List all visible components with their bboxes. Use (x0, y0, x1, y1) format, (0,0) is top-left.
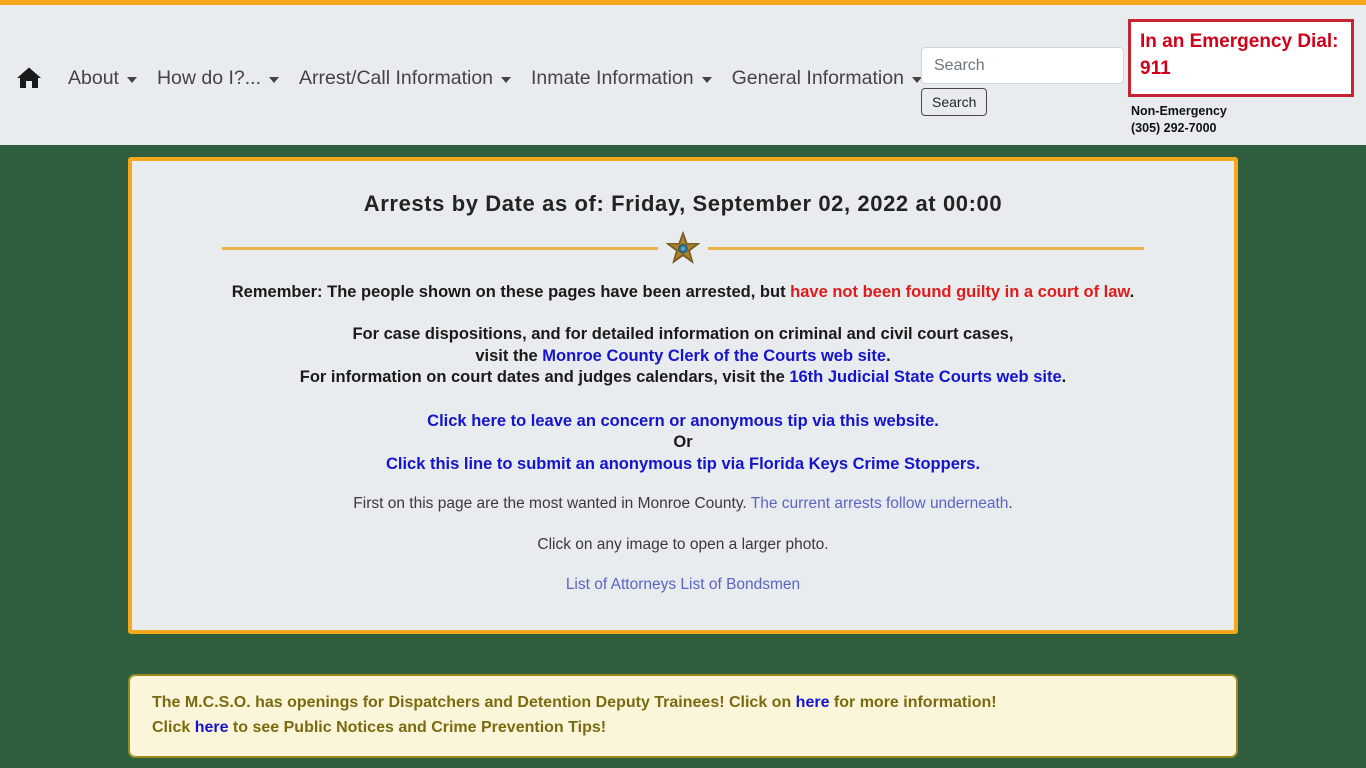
clerk-of-courts-link[interactable]: Monroe County Clerk of the Courts web si… (542, 347, 886, 365)
divider-line-left (222, 246, 658, 250)
page-body: Arrests by Date as of: Friday, September… (0, 157, 1366, 768)
judicial-prefix: For information on court dates and judge… (299, 368, 790, 386)
nav-item-arrest-call-information[interactable]: Arrest/Call Information (289, 67, 521, 90)
home-icon[interactable] (14, 63, 44, 93)
emergency-number: 911 (1140, 58, 1171, 79)
alert-line-1-prefix: The M.C.S.O. has openings for Dispatcher… (152, 693, 796, 711)
dispositions-line-2: visit the Monroe County Clerk of the Cou… (156, 346, 1210, 368)
emergency-dial-line: In an Emergency Dial: (1140, 31, 1339, 52)
chevron-down-icon (501, 76, 512, 83)
nav-item-inmate-information[interactable]: Inmate Information (521, 67, 722, 90)
search-input[interactable] (921, 47, 1124, 84)
tip-crimestoppers-link-row: Click this line to submit an anonymous t… (156, 454, 1210, 476)
sheriff-star-badge-icon (665, 230, 701, 265)
judicial-courts-link[interactable]: 16th Judicial State Courts web site (789, 368, 1061, 386)
emergency-notice-box: In an Emergency Dial: 911 (1128, 19, 1354, 97)
chevron-down-icon (269, 76, 280, 83)
job-openings-here-link[interactable]: here (796, 694, 830, 711)
leave-tip-website-link[interactable]: Click here to leave an concern or anonym… (427, 412, 939, 430)
click-image-note: Click on any image to open a larger phot… (537, 536, 829, 553)
search-area: Search (921, 47, 1126, 116)
most-wanted-ordering-note: First on this page are the most wanted i… (156, 495, 1210, 513)
employment-notices-alert: The M.C.S.O. has openings for Dispatcher… (128, 673, 1238, 758)
dispositions-line-3: For information on court dates and judge… (156, 367, 1210, 389)
alert-line-2-prefix: Click (152, 718, 195, 736)
non-emergency-info: Non-Emergency (305) 292-7000 (1131, 103, 1227, 137)
divider-line-right (708, 246, 1144, 250)
non-emergency-label: Non-Emergency (1131, 104, 1227, 118)
alert-line-2-suffix: to see Public Notices and Crime Preventi… (228, 718, 607, 736)
tip-or-label: Or (673, 433, 693, 451)
nav-item-about[interactable]: About (58, 67, 147, 90)
ordering-note-suffix: . (1008, 495, 1013, 512)
list-of-bondsmen-link[interactable]: List of Bondsmen (680, 576, 800, 593)
nav-item-general-information[interactable]: General Information (722, 67, 932, 90)
judicial-suffix: . (1061, 368, 1067, 386)
main-navigation: About How do I?... Arrest/Call Informati… (14, 63, 932, 93)
resource-links-row: List of Attorneys List of Bondsmen (156, 576, 1210, 594)
court-information-block: For case dispositions, and for detailed … (156, 324, 1210, 389)
arrests-notice-panel: Arrests by Date as of: Friday, September… (128, 157, 1238, 634)
nav-item-label: About (68, 66, 119, 89)
alert-line-1: The M.C.S.O. has openings for Dispatcher… (152, 690, 1214, 715)
public-notices-here-link[interactable]: here (195, 719, 229, 736)
content-container: Arrests by Date as of: Friday, September… (128, 157, 1238, 768)
search-button[interactable]: Search (921, 88, 988, 116)
current-arrests-link[interactable]: The current arrests follow underneath (751, 495, 1009, 512)
nav-item-label: Inmate Information (531, 66, 694, 89)
presumption-of-innocence-notice: Remember: The people shown on these page… (156, 283, 1210, 302)
site-header: About How do I?... Arrest/Call Informati… (0, 5, 1366, 145)
clerk-prefix: visit the (475, 346, 543, 365)
nav-item-label: Arrest/Call Information (299, 66, 494, 89)
lead-suffix: . (1129, 283, 1135, 301)
anonymous-tip-block: Click here to leave an concern or anonym… (156, 411, 1210, 476)
badge-divider (156, 230, 1210, 265)
lead-emphasis: have not been found guilty in a court of… (790, 283, 1130, 301)
chevron-down-icon (701, 76, 712, 83)
alert-line-1-suffix: for more information! (829, 693, 997, 711)
list-of-attorneys-link[interactable]: List of Attorneys (566, 576, 676, 593)
nav-item-how-do-i[interactable]: How do I?... (147, 67, 289, 90)
dispositions-line-1: For case dispositions, and for detailed … (352, 325, 1014, 343)
nav-item-label: How do I?... (156, 66, 262, 89)
alert-line-2: Click here to see Public Notices and Cri… (152, 715, 1214, 740)
page-title: Arrests by Date as of: Friday, September… (363, 191, 1003, 216)
tip-website-link-row: Click here to leave an concern or anonym… (156, 411, 1210, 433)
crime-stoppers-tip-link[interactable]: Click this line to submit an anonymous t… (386, 455, 980, 473)
clerk-suffix: . (886, 346, 891, 365)
nav-item-label: General Information (731, 66, 904, 89)
lead-prefix: Remember: The people shown on these page… (231, 283, 791, 301)
chevron-down-icon (126, 76, 137, 83)
non-emergency-phone: (305) 292-7000 (1131, 121, 1217, 135)
ordering-note-prefix: First on this page are the most wanted i… (353, 495, 751, 512)
